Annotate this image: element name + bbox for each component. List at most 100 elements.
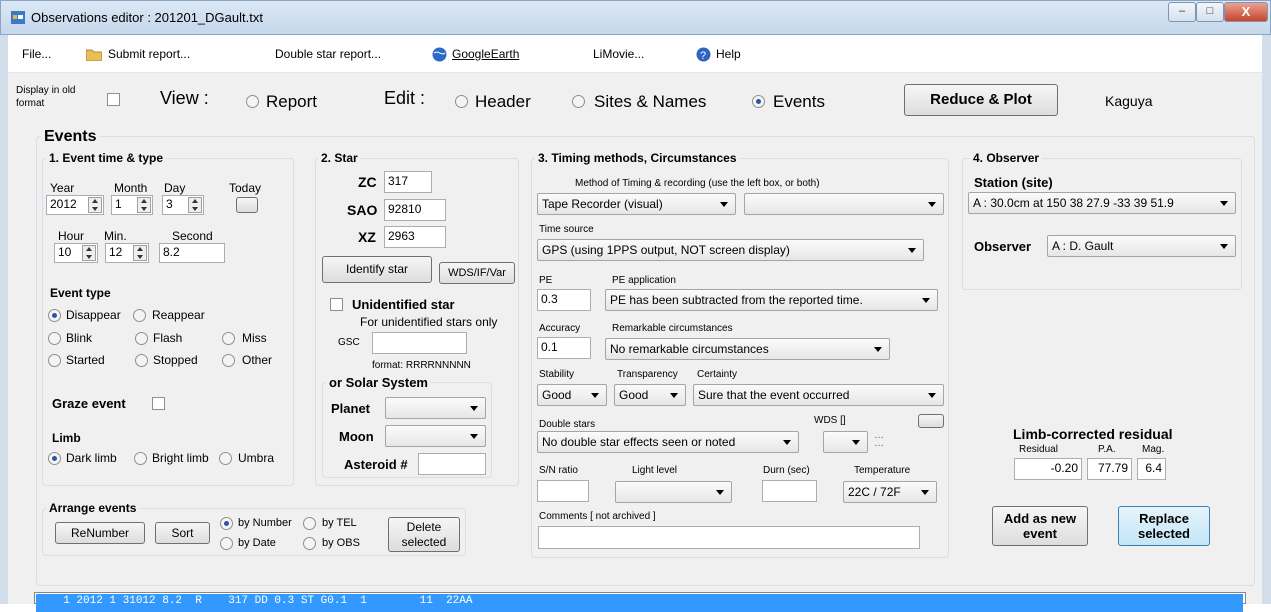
sort-by-date-label[interactable]: by Date [238, 537, 276, 549]
second-field[interactable]: 8.2 [159, 243, 225, 263]
app-icon [11, 11, 25, 24]
other-label[interactable]: Other [242, 353, 272, 367]
bright-limb-label[interactable]: Bright limb [152, 451, 209, 465]
method-dropdown-1[interactable]: Tape Recorder (visual) [537, 193, 736, 215]
umbra-radio[interactable] [219, 452, 232, 465]
edit-sites-radio[interactable] [572, 95, 585, 108]
stability-dropdown[interactable]: Good [537, 384, 607, 406]
sort-by-number-label[interactable]: by Number [238, 517, 292, 529]
asteroid-field[interactable] [418, 453, 486, 475]
bright-limb-radio[interactable] [134, 452, 147, 465]
method-dropdown-2[interactable] [744, 193, 944, 215]
pe-field[interactable]: 0.3 [537, 289, 591, 311]
edit-events-label[interactable]: Events [773, 92, 825, 112]
reappear-label[interactable]: Reappear [152, 308, 205, 322]
year-spin-arrows[interactable] [88, 197, 102, 213]
unidentified-star-checkbox[interactable] [330, 298, 343, 311]
min-spin-arrows[interactable] [133, 245, 147, 261]
graze-checkbox[interactable] [152, 397, 165, 410]
menu-help[interactable]: Help [716, 47, 741, 61]
observer-dropdown[interactable]: A : D. Gault [1047, 235, 1236, 257]
delete-selected-button[interactable]: Delete selected [388, 517, 460, 552]
svg-text:?: ? [700, 50, 706, 62]
wds-dropdown[interactable] [823, 431, 868, 453]
disappear-radio[interactable] [48, 309, 61, 322]
renumber-button[interactable]: ReNumber [55, 522, 145, 544]
stopped-label[interactable]: Stopped [153, 353, 198, 367]
duration-field[interactable] [762, 480, 817, 502]
year-spinner[interactable]: 2012 [46, 195, 104, 215]
time-source-dropdown[interactable]: GPS (using 1PPS output, NOT screen displ… [537, 239, 924, 261]
sort-by-tel-radio[interactable] [303, 517, 316, 530]
flash-label[interactable]: Flash [153, 331, 182, 345]
day-spin-arrows[interactable] [188, 197, 202, 213]
month-spin-arrows[interactable] [137, 197, 151, 213]
pe-application-dropdown[interactable]: PE has been subtracted from the reported… [605, 289, 938, 311]
remarkable-dropdown[interactable]: No remarkable circumstances [605, 338, 890, 360]
comments-field[interactable] [538, 526, 920, 549]
miss-label[interactable]: Miss [242, 331, 267, 345]
menu-submit-report[interactable]: Submit report... [108, 47, 190, 61]
close-button[interactable]: X [1224, 2, 1268, 22]
today-button[interactable] [236, 197, 258, 213]
day-spinner[interactable]: 3 [162, 195, 204, 215]
transparency-dropdown[interactable]: Good [614, 384, 686, 406]
flash-radio[interactable] [135, 332, 148, 345]
replace-selected-button[interactable]: Replace selected [1118, 506, 1210, 546]
menu-file[interactable]: File... [22, 47, 51, 61]
miss-radio[interactable] [222, 332, 235, 345]
sort-by-date-radio[interactable] [220, 537, 233, 550]
started-radio[interactable] [48, 354, 61, 367]
temperature-dropdown[interactable]: 22C / 72F [843, 481, 937, 503]
certainty-dropdown[interactable]: Sure that the event occurred [693, 384, 944, 406]
edit-events-radio[interactable] [752, 95, 765, 108]
hour-spinner[interactable]: 10 [54, 243, 98, 263]
sort-by-obs-label[interactable]: by OBS [322, 537, 360, 549]
moon-dropdown[interactable] [385, 425, 486, 447]
identify-star-button[interactable]: Identify star [322, 256, 432, 283]
sort-by-number-radio[interactable] [220, 517, 233, 530]
blink-label[interactable]: Blink [66, 331, 92, 345]
xz-field[interactable]: 2963 [384, 226, 446, 248]
wds-button[interactable] [918, 414, 944, 428]
month-spinner[interactable]: 1 [111, 195, 153, 215]
dark-limb-label[interactable]: Dark limb [66, 451, 117, 465]
wds-if-var-button[interactable]: WDS/IF/Var [439, 262, 515, 284]
sort-button[interactable]: Sort [155, 522, 210, 544]
accuracy-field[interactable]: 0.1 [537, 337, 591, 359]
add-new-event-button[interactable]: Add as new event [992, 506, 1088, 546]
planet-dropdown[interactable] [385, 397, 486, 419]
zc-field[interactable]: 317 [384, 171, 432, 193]
double-stars-dropdown[interactable]: No double star effects seen or noted [537, 431, 799, 453]
reduce-plot-button[interactable]: Reduce & Plot [904, 84, 1058, 116]
blink-radio[interactable] [48, 332, 61, 345]
sn-ratio-field[interactable] [537, 480, 589, 502]
gsc-field[interactable] [372, 332, 467, 354]
display-old-format-checkbox[interactable] [107, 93, 120, 106]
hour-spin-arrows[interactable] [82, 245, 96, 261]
station-dropdown[interactable]: A : 30.0cm at 150 38 27.9 -33 39 51.9 [968, 192, 1236, 214]
edit-header-radio[interactable] [455, 95, 468, 108]
disappear-label[interactable]: Disappear [66, 308, 121, 322]
sort-by-obs-radio[interactable] [303, 537, 316, 550]
reappear-radio[interactable] [133, 309, 146, 322]
event-list-row[interactable]: 1 2012 1 31012 8.2 R 317 DD 0.3 ST G0.1 … [36, 594, 1243, 612]
sort-by-tel-label[interactable]: by TEL [322, 517, 357, 529]
maximize-button[interactable]: □ [1196, 2, 1224, 22]
other-radio[interactable] [222, 354, 235, 367]
minimize-button[interactable]: – [1168, 2, 1196, 22]
light-level-dropdown[interactable] [615, 481, 732, 503]
umbra-label[interactable]: Umbra [238, 451, 274, 465]
edit-header-label[interactable]: Header [475, 92, 531, 112]
view-report-label[interactable]: Report [266, 92, 317, 112]
started-label[interactable]: Started [66, 353, 105, 367]
menu-double-star-report[interactable]: Double star report... [275, 47, 381, 61]
sao-field[interactable]: 92810 [384, 199, 446, 221]
dark-limb-radio[interactable] [48, 452, 61, 465]
edit-sites-label[interactable]: Sites & Names [594, 92, 706, 112]
stopped-radio[interactable] [135, 354, 148, 367]
menu-limovie[interactable]: LiMovie... [593, 47, 644, 61]
view-report-radio[interactable] [246, 95, 259, 108]
min-spinner[interactable]: 12 [105, 243, 149, 263]
menu-googleearth[interactable]: GoogleEarth [452, 47, 519, 61]
